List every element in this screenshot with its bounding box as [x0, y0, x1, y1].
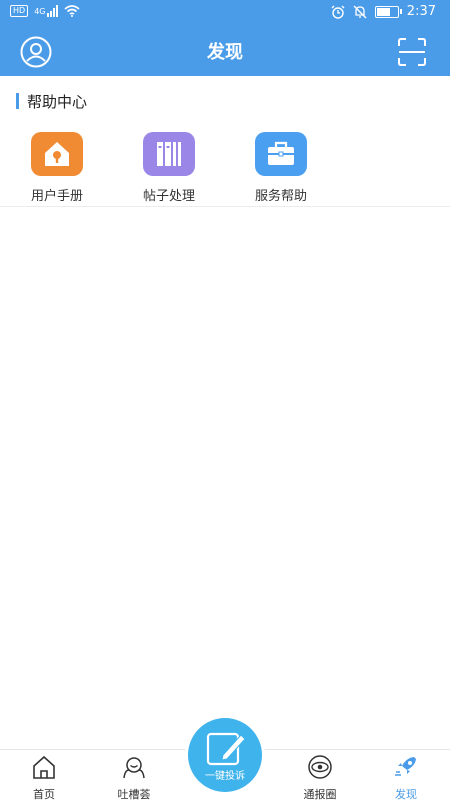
help-center-grid: 用户手册 帖子处理 服务帮助	[0, 128, 450, 206]
wifi-icon	[64, 5, 81, 17]
tab-home[interactable]: 首页	[4, 754, 84, 802]
app-header: 发现	[0, 26, 450, 76]
home-icon	[33, 755, 55, 779]
toolbox-icon	[255, 132, 307, 176]
status-time: 2:37	[406, 4, 436, 19]
mute-icon	[353, 5, 367, 18]
house-key-icon	[31, 132, 83, 176]
signal-icon	[47, 5, 59, 17]
help-item-post-handling[interactable]: 帖子处理	[112, 128, 226, 204]
scan-button[interactable]	[396, 36, 428, 68]
help-center-title: 帮助中心	[27, 92, 88, 111]
tab-discover[interactable]: 发现	[366, 754, 446, 802]
alarm-icon	[331, 5, 345, 19]
section-divider	[0, 206, 450, 207]
books-icon	[143, 132, 195, 176]
section-accent-bar	[16, 93, 19, 109]
fab-label: 一键投诉	[205, 771, 245, 782]
rocket-icon	[395, 757, 416, 776]
tab-bulletin[interactable]: 通报圈	[280, 754, 360, 802]
help-item-label: 帖子处理	[142, 189, 195, 204]
help-center-header: 帮助中心	[16, 92, 88, 111]
scan-icon	[398, 38, 426, 66]
one-click-complaint-button[interactable]: 一键投诉	[188, 718, 262, 792]
page-title: 发现	[207, 42, 243, 63]
hd-indicator: HD	[10, 5, 29, 17]
status-bar: HD 4G 2:37	[0, 0, 450, 26]
battery-icon	[374, 5, 402, 18]
help-item-label: 用户手册	[30, 189, 83, 204]
tab-complaints[interactable]: 吐槽荟	[94, 754, 174, 802]
help-item-service-help[interactable]: 服务帮助	[224, 128, 338, 204]
help-item-label: 服务帮助	[254, 189, 307, 204]
eye-circle-icon	[308, 755, 332, 779]
face-icon	[123, 757, 145, 779]
network-type: 4G	[34, 6, 46, 16]
help-item-user-manual[interactable]: 用户手册	[0, 128, 114, 204]
